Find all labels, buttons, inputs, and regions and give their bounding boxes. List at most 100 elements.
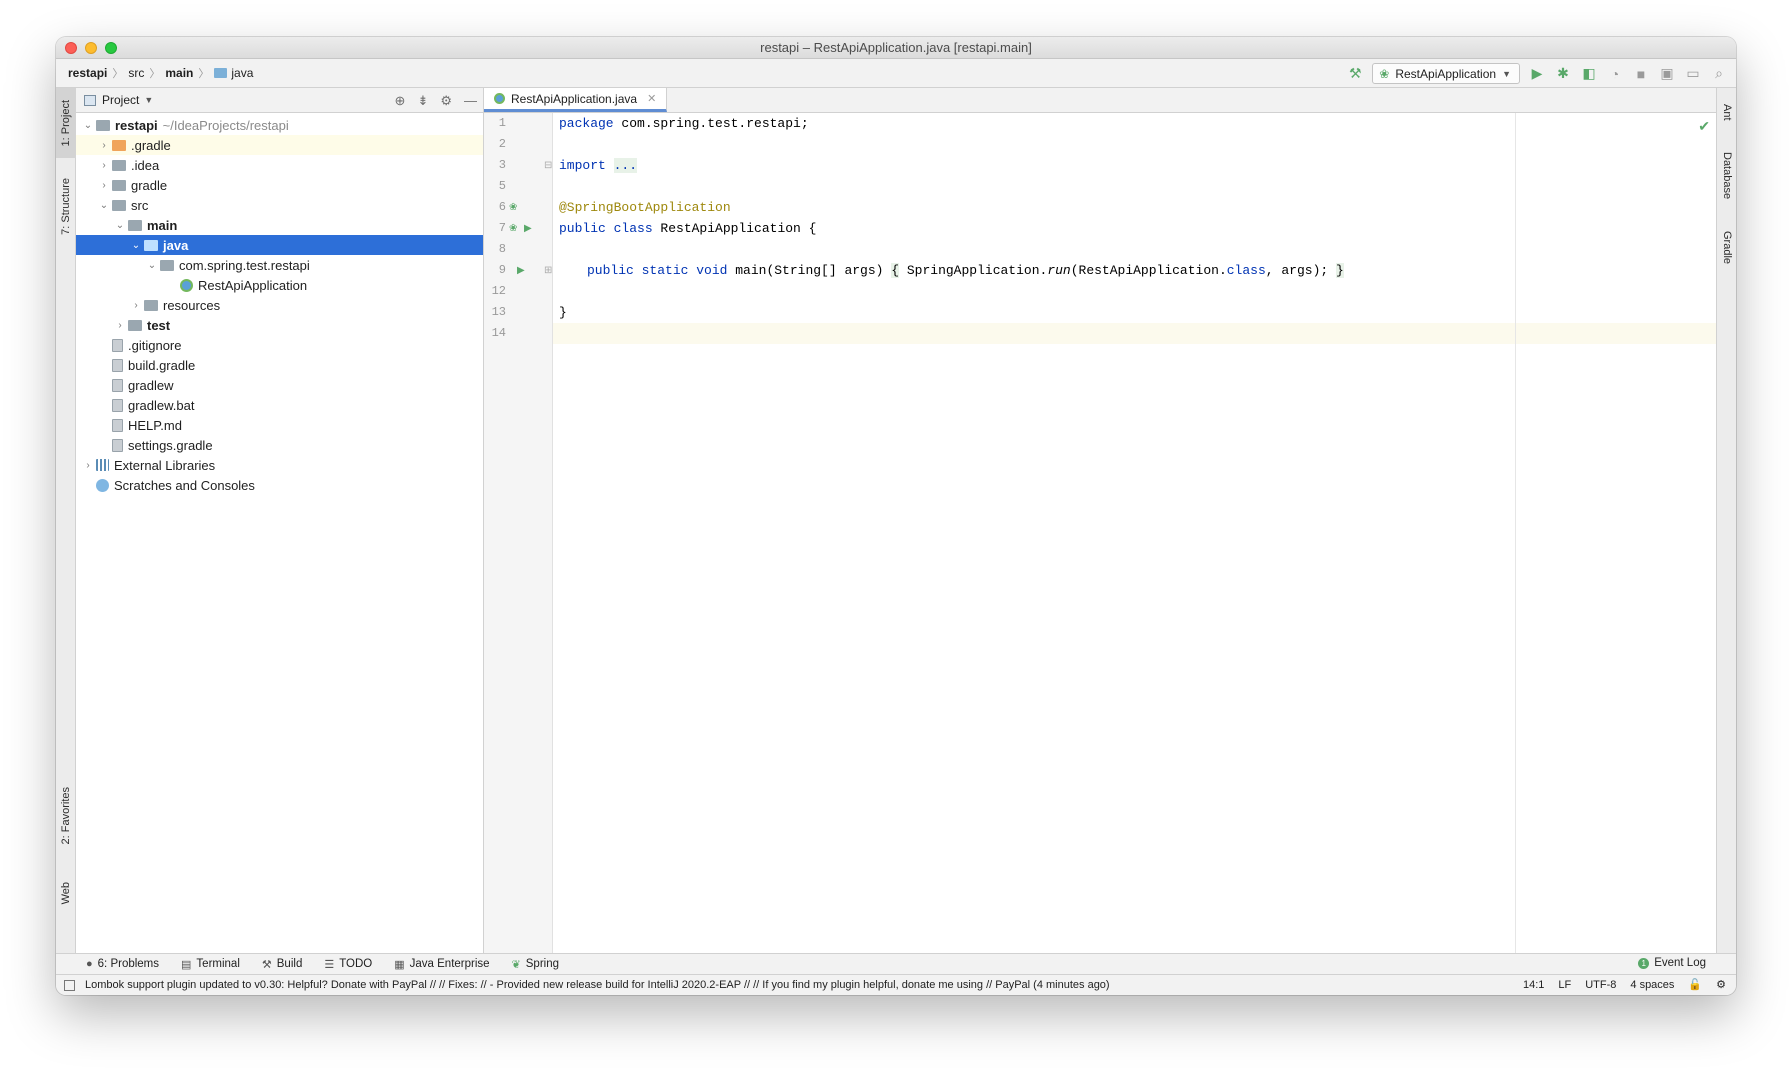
close-tab-icon[interactable]: ✕ <box>647 92 656 105</box>
tool-button-event-log[interactable]: 1 Event Log <box>1638 957 1706 969</box>
chevron-right-icon[interactable]: › <box>112 320 128 331</box>
tree-item[interactable]: ⌄ main <box>76 215 483 235</box>
status-message[interactable]: Lombok support plugin updated to v0.30: … <box>85 979 1110 991</box>
tool-tab-database[interactable]: Database <box>1717 140 1736 212</box>
tool-button-label: Java Enterprise <box>409 958 490 970</box>
chevron-right-icon[interactable]: › <box>80 460 96 471</box>
run-gutter-icon[interactable]: ▶ <box>517 260 525 281</box>
keyword-token: package <box>559 116 614 131</box>
tree-item[interactable]: build.gradle <box>76 355 483 375</box>
fold-icon[interactable]: ⊟ <box>544 155 552 176</box>
spring-bean-icon[interactable]: ❀ <box>509 218 517 239</box>
gutter-line: 2 <box>484 134 552 155</box>
tree-item[interactable]: › resources <box>76 295 483 315</box>
tool-tab-label: Web <box>60 881 72 905</box>
tool-tab-structure[interactable]: 7: Structure <box>56 166 76 246</box>
tree-item[interactable]: settings.gradle <box>76 435 483 455</box>
tree-item-selected[interactable]: ⌄ java <box>76 235 483 255</box>
code-line-text: package com.spring.test.restapi; <box>559 113 809 134</box>
tree-item[interactable]: HELP.md <box>76 415 483 435</box>
tree-item-label: src <box>131 197 149 213</box>
tool-windows-toggle-icon[interactable] <box>64 979 75 991</box>
line-separator[interactable]: LF <box>1558 979 1571 991</box>
tree-item[interactable]: › test <box>76 315 483 335</box>
editor-tab-active[interactable]: RestApiApplication.java ✕ <box>484 88 668 112</box>
chevron-down-icon[interactable]: ⌄ <box>144 260 160 271</box>
tool-button-build[interactable]: ⚒ Build <box>262 958 302 971</box>
tool-button-java-enterprise[interactable]: ▦ Java Enterprise <box>394 958 489 971</box>
spring-bean-icon[interactable]: ❀ <box>509 197 517 218</box>
run-gutter-icon[interactable]: ▶ <box>524 218 532 239</box>
tree-item[interactable]: › gradle <box>76 175 483 195</box>
tool-tab-web[interactable]: Web <box>56 868 76 918</box>
tool-tab-ant[interactable]: Ant <box>1717 92 1736 132</box>
locate-icon[interactable]: ⊕ <box>395 93 406 109</box>
debug-icon[interactable]: ✱ <box>1554 65 1572 83</box>
close-window-button[interactable] <box>65 42 77 54</box>
indent-setting[interactable]: 4 spaces <box>1630 979 1674 991</box>
breadcrumb-item-src[interactable]: src <box>128 66 144 80</box>
tree-item-label: gradlew <box>128 377 174 393</box>
chevron-down-icon[interactable]: ⌄ <box>80 120 96 131</box>
spring-class-icon <box>494 93 505 104</box>
tool-tab-favorites[interactable]: 2: Favorites <box>56 773 76 858</box>
chevron-down-icon[interactable]: ⌄ <box>112 220 128 231</box>
tool-tab-gradle[interactable]: Gradle <box>1717 220 1736 276</box>
build-hammer-icon[interactable]: ⚒ <box>1346 65 1364 83</box>
folded-imports[interactable]: ... <box>613 158 638 173</box>
tree-item[interactable]: .gitignore <box>76 335 483 355</box>
folded-brace[interactable]: } <box>1335 263 1344 278</box>
caret-position[interactable]: 14:1 <box>1523 979 1544 991</box>
chevron-right-icon[interactable]: › <box>96 180 112 191</box>
project-view-select[interactable]: Project <box>102 93 139 107</box>
run-icon[interactable]: ▶ <box>1528 65 1546 83</box>
gear-icon[interactable]: ⚙ <box>440 93 452 109</box>
tool-button-todo[interactable]: ☰ TODO <box>324 958 372 971</box>
run-configuration-select[interactable]: ❀ RestApiApplication ▼ <box>1372 63 1520 84</box>
file-encoding[interactable]: UTF-8 <box>1585 979 1616 991</box>
tool-button-terminal[interactable]: ▤ Terminal <box>181 958 240 971</box>
breadcrumb-item-java[interactable]: java <box>214 66 253 80</box>
chevron-right-icon[interactable]: › <box>128 300 144 311</box>
tool-tab-project[interactable]: 1: Project <box>56 88 76 158</box>
lock-icon[interactable]: 🔓 <box>1688 978 1702 991</box>
chevron-right-icon[interactable]: › <box>96 140 112 151</box>
editor-tabs: RestApiApplication.java ✕ <box>484 88 1716 113</box>
maximize-window-button[interactable] <box>105 42 117 54</box>
no-problems-check-icon[interactable]: ✔ <box>1698 118 1710 135</box>
coverage-icon[interactable]: ◧ <box>1580 65 1598 83</box>
breadcrumb-item-main[interactable]: main <box>165 66 193 80</box>
code-editor[interactable]: package com.spring.test.restapi; import … <box>553 113 1716 953</box>
tree-item[interactable]: ⌄ com.spring.test.restapi <box>76 255 483 275</box>
tree-item[interactable]: › External Libraries <box>76 455 483 475</box>
tree-item[interactable]: ⌄ src <box>76 195 483 215</box>
tool-button-spring[interactable]: ❦ Spring <box>512 958 559 971</box>
tree-item[interactable]: › .idea <box>76 155 483 175</box>
profile-icon[interactable]: ◔ <box>1606 65 1624 83</box>
collapse-all-icon[interactable]: ⇟ <box>417 93 428 109</box>
inspector-icon[interactable]: ⚙ <box>1716 978 1726 991</box>
project-structure-icon[interactable]: ▣ <box>1658 65 1676 83</box>
chevron-down-icon[interactable]: ⌄ <box>96 200 112 211</box>
tree-item[interactable]: ⌄ restapi ~/IdeaProjects/restapi <box>76 115 483 135</box>
chevron-down-icon[interactable]: ⌄ <box>128 240 144 251</box>
folder-icon <box>128 219 142 231</box>
tree-item[interactable]: › .gradle <box>76 135 483 155</box>
minimize-window-button[interactable] <box>85 42 97 54</box>
tree-item[interactable]: gradlew <box>76 375 483 395</box>
search-icon[interactable]: ⌕ <box>1710 65 1728 83</box>
breadcrumb-item-restapi[interactable]: restapi <box>68 66 107 80</box>
folded-brace[interactable]: { <box>891 263 900 278</box>
tree-item[interactable]: gradlew.bat <box>76 395 483 415</box>
hide-icon[interactable]: — <box>464 93 477 109</box>
tool-button-problems[interactable]: ● 6: Problems <box>86 958 159 970</box>
fold-icon[interactable]: ⊞ <box>544 260 552 281</box>
chevron-right-icon[interactable]: › <box>96 160 112 171</box>
tree-item-label: .gitignore <box>128 337 182 353</box>
tool-button-label: Build <box>276 958 303 970</box>
chevron-down-icon[interactable]: ▼ <box>144 95 153 105</box>
stop-icon[interactable]: ■ <box>1632 65 1650 83</box>
tree-item[interactable]: Scratches and Consoles <box>76 475 483 495</box>
window-layout-icon[interactable]: ▭ <box>1684 65 1702 83</box>
tree-item[interactable]: RestApiApplication <box>76 275 483 295</box>
